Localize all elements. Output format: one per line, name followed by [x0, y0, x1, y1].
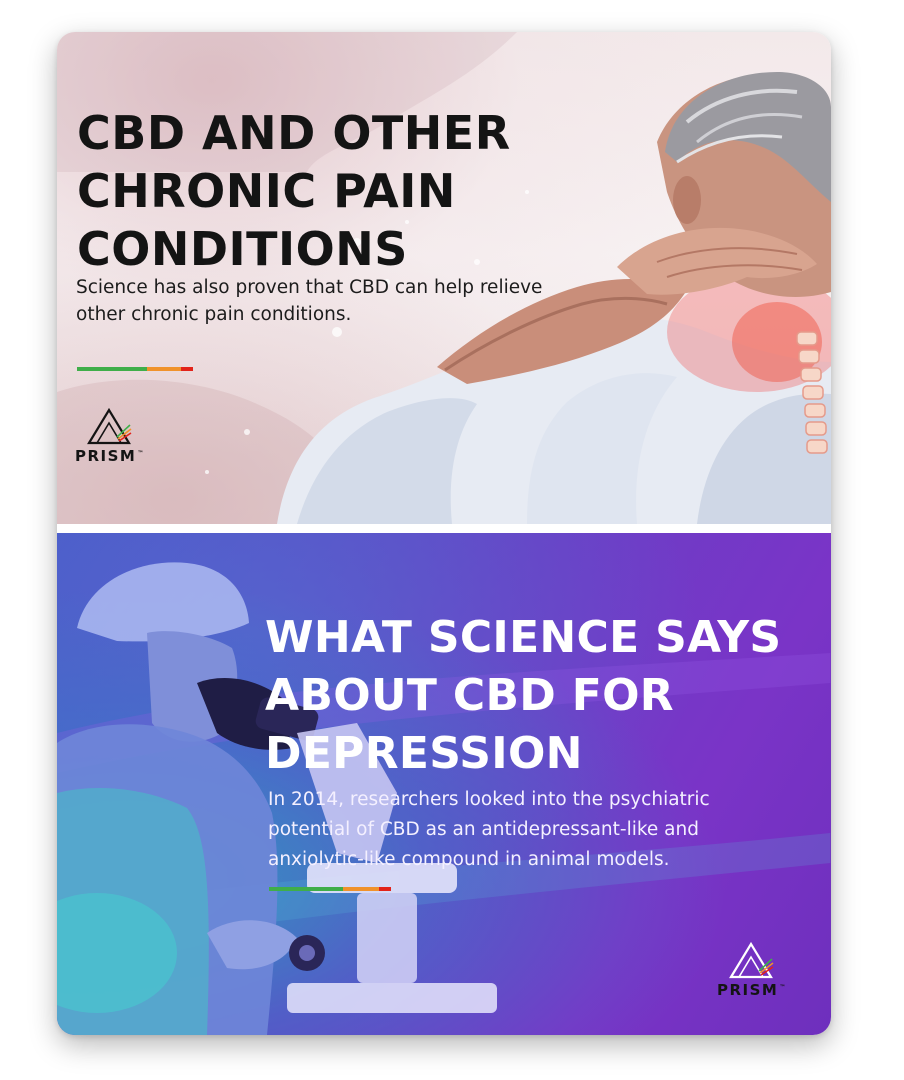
logo-wordmark: PRISM — [717, 981, 779, 999]
prism-logo: PRISM™ — [75, 406, 143, 465]
trademark-symbol: ™ — [779, 984, 786, 991]
section-description: Science has also proven that CBD can hel… — [76, 277, 543, 325]
section-description: In 2014, researchers looked into the psy… — [268, 789, 710, 870]
accent-divider — [269, 887, 391, 891]
prism-triangle-icon — [729, 941, 774, 979]
accent-divider — [77, 367, 193, 371]
depression-section: WHAT SCIENCE SAYS ABOUT CBD FOR DEPRESSI… — [57, 533, 831, 1035]
trademark-symbol: ™ — [137, 450, 144, 457]
chronic-pain-section: CBD AND OTHER CHRONIC PAIN CONDITIONS Sc… — [57, 32, 831, 524]
logo-wordmark: PRISM — [75, 447, 137, 465]
prism-triangle-icon — [87, 407, 132, 445]
prism-logo: PRISM™ — [717, 940, 785, 999]
section-title: CBD AND OTHER CHRONIC PAIN CONDITIONS — [77, 106, 511, 276]
section-title: WHAT SCIENCE SAYS ABOUT CBD FOR DEPRESSI… — [265, 612, 782, 779]
infographic-card: CBD AND OTHER CHRONIC PAIN CONDITIONS Sc… — [57, 32, 831, 1035]
